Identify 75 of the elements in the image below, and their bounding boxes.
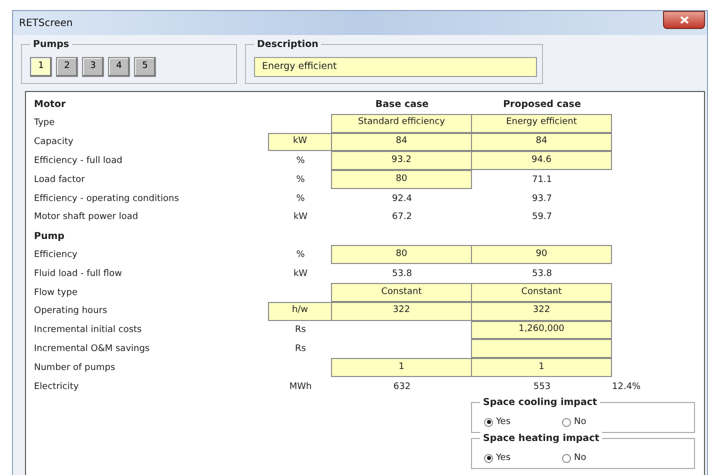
input-field[interactable]: Constant	[471, 282, 612, 302]
group-title: Space heating impact	[480, 432, 602, 446]
row-label: Incremental initial costs	[34, 324, 143, 338]
input-field[interactable]: 322	[471, 302, 612, 321]
column-heading: Base case	[374, 98, 430, 112]
input-field[interactable]: Standard efficiency	[331, 114, 472, 133]
value-cell-text: 53.8	[390, 268, 414, 281]
input-field[interactable]	[471, 339, 612, 358]
value-cell-text: 92.4	[390, 192, 414, 206]
unit-label: kW	[292, 268, 309, 281]
row-label: Capacity	[34, 136, 74, 150]
row-label: Number of pumps	[34, 362, 116, 375]
input-field[interactable]: 93.2	[331, 151, 472, 170]
input-field[interactable]: h/w	[268, 302, 332, 321]
value-cell-text: 67.2	[390, 211, 414, 224]
value-cell-text: 553	[532, 380, 552, 394]
row-label: Operating hours	[34, 305, 108, 318]
input-field[interactable]: 80	[331, 245, 472, 264]
radio-label: No	[574, 452, 586, 464]
radio-button[interactable]	[484, 454, 493, 463]
value-cell-text: 632	[392, 380, 412, 394]
radio-button[interactable]	[484, 418, 493, 427]
input-field[interactable]: 80	[331, 170, 472, 189]
unit-label: %	[295, 192, 306, 206]
row-label: Electricity	[34, 380, 80, 394]
input-field[interactable]: 84	[331, 132, 472, 152]
radio-label: Yes	[496, 416, 511, 428]
row-label: Type	[34, 117, 56, 130]
radio-label: Yes	[496, 452, 511, 464]
description-field[interactable]: Energy efficient	[254, 57, 537, 77]
radio-label: No	[574, 416, 586, 428]
unit-label: %	[295, 249, 306, 262]
pump-tab[interactable]: 4	[108, 57, 130, 77]
input-field[interactable]: 1	[331, 358, 472, 377]
row-label: Flow type	[34, 286, 79, 300]
pump-tab[interactable]: 5	[134, 57, 156, 77]
input-field[interactable]: 1,260,000	[471, 320, 612, 340]
value-cell-text: 93.7	[530, 192, 554, 206]
pump-tab[interactable]: 2	[56, 57, 78, 77]
pump-tab[interactable]: 1	[30, 57, 52, 77]
input-field[interactable]: 1	[471, 358, 612, 377]
input-field[interactable]: Constant	[331, 282, 472, 302]
row-label: Incremental O&M savings	[34, 343, 151, 356]
close-icon	[680, 16, 688, 24]
input-field[interactable]: 90	[471, 245, 612, 264]
input-field[interactable]: kW	[268, 132, 332, 152]
value-cell-text: 59.7	[530, 211, 554, 224]
group-title: Space cooling impact	[480, 396, 600, 410]
unit-label: Rs	[294, 324, 307, 338]
section-heading: Motor	[34, 98, 67, 112]
input-field[interactable]: 322	[331, 302, 472, 321]
close-button[interactable]	[663, 11, 705, 29]
row-label: Efficiency - operating conditions	[34, 192, 180, 206]
input-field[interactable]: Energy efficient	[471, 114, 612, 133]
value-cell-text: 71.1	[530, 174, 554, 187]
row-label: Fluid load - full flow	[34, 268, 123, 281]
unit-label: %	[295, 155, 306, 168]
row-label: Motor shaft power load	[34, 211, 140, 224]
input-field[interactable]: 84	[471, 132, 612, 152]
unit-label: Rs	[294, 343, 307, 356]
percent-cell-text: 12.4%	[612, 380, 642, 394]
row-label: Efficiency	[34, 249, 78, 262]
unit-label: kW	[292, 211, 309, 224]
value-cell-text: 53.8	[530, 268, 554, 281]
unit-label: MWh	[288, 380, 313, 394]
unit-label: %	[295, 174, 306, 187]
pump-tab[interactable]: 3	[82, 57, 104, 77]
radio-button[interactable]	[562, 418, 571, 427]
input-field[interactable]: 94.6	[471, 151, 612, 170]
section-heading: Pump	[34, 230, 66, 244]
column-heading: Proposed case	[502, 98, 582, 112]
row-label: Load factor	[34, 174, 86, 187]
window-title: RETScreen	[19, 16, 73, 30]
radio-button[interactable]	[562, 454, 571, 463]
row-label: Efficiency - full load	[34, 155, 124, 168]
